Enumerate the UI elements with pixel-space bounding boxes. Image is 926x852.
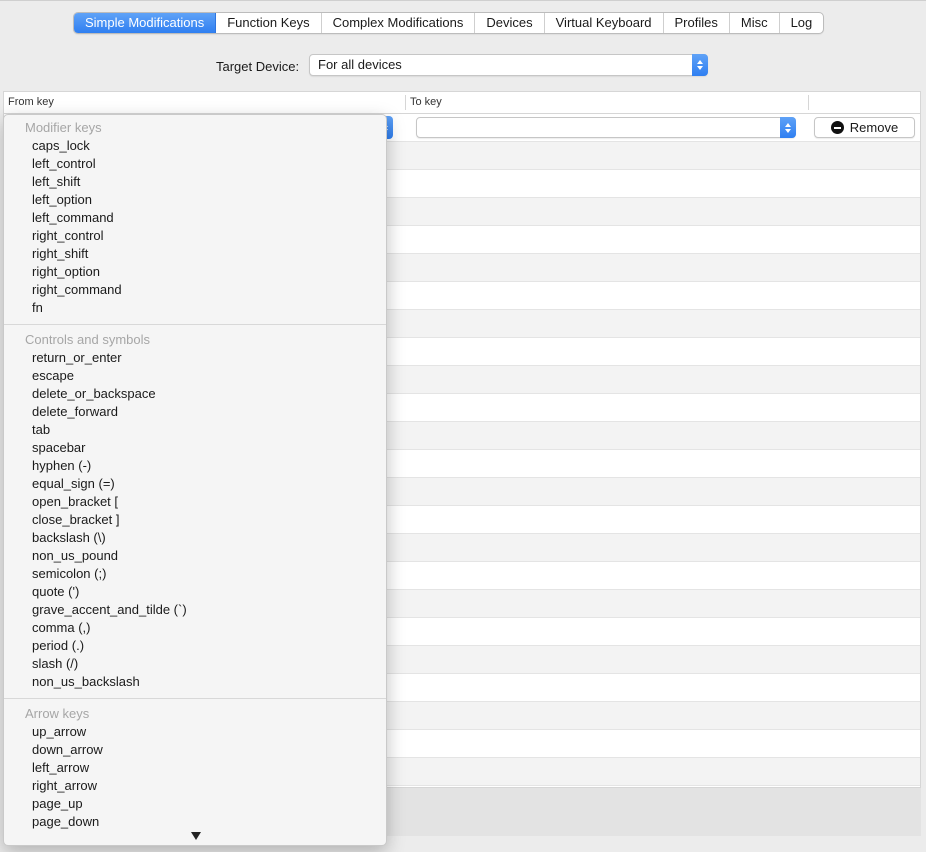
- menu-item[interactable]: period (.): [4, 637, 386, 655]
- to-key-select[interactable]: [416, 117, 796, 138]
- select-stepper-icon: [780, 117, 796, 138]
- menu-item[interactable]: caps_lock: [4, 137, 386, 155]
- menu-item[interactable]: page_up: [4, 795, 386, 813]
- menu-item[interactable]: comma (,): [4, 619, 386, 637]
- menu-item[interactable]: backslash (\): [4, 529, 386, 547]
- menu-item[interactable]: tab: [4, 421, 386, 439]
- menu-group-title: Controls and symbols: [25, 332, 150, 347]
- column-separator: [808, 95, 809, 110]
- menu-item[interactable]: non_us_pound: [4, 547, 386, 565]
- menu-item[interactable]: delete_forward: [4, 403, 386, 421]
- menu-item[interactable]: quote ('): [4, 583, 386, 601]
- menu-item[interactable]: right_control: [4, 227, 386, 245]
- tab-profiles[interactable]: Profiles: [664, 13, 730, 33]
- menu-item[interactable]: close_bracket ]: [4, 511, 386, 529]
- menu-item[interactable]: slash (/): [4, 655, 386, 673]
- menu-item[interactable]: equal_sign (=): [4, 475, 386, 493]
- from-key-dropdown-menu: Modifier keys caps_lock left_control left_s…: [3, 114, 387, 846]
- menu-item[interactable]: right_arrow: [4, 777, 386, 795]
- menu-item[interactable]: spacebar: [4, 439, 386, 457]
- menu-item[interactable]: return_or_enter: [4, 349, 386, 367]
- tab-devices[interactable]: Devices: [475, 13, 545, 33]
- menu-content: Modifier keys caps_lock left_control left_s…: [4, 119, 386, 831]
- menu-item[interactable]: down_arrow: [4, 741, 386, 759]
- menu-item[interactable]: left_shift: [4, 173, 386, 191]
- menu-item[interactable]: open_bracket [: [4, 493, 386, 511]
- menu-separator: [4, 324, 386, 325]
- menu-item[interactable]: non_us_backslash: [4, 673, 386, 691]
- menu-group-title: Modifier keys: [25, 120, 102, 135]
- target-device-value: For all devices: [318, 57, 402, 72]
- menu-group-title: Arrow keys: [25, 706, 90, 721]
- select-stepper-icon: [692, 54, 708, 76]
- tab-complex-modifications[interactable]: Complex Modifications: [322, 13, 476, 33]
- target-device-label: Target Device:: [216, 59, 300, 74]
- menu-item[interactable]: left_command: [4, 209, 386, 227]
- tab-bar: Simple Modifications Function Keys Complex…: [73, 12, 825, 34]
- menu-item[interactable]: semicolon (;): [4, 565, 386, 583]
- menu-item[interactable]: right_option: [4, 263, 386, 281]
- tab-function-keys[interactable]: Function Keys: [216, 13, 322, 33]
- menu-item[interactable]: left_option: [4, 191, 386, 209]
- menu-item[interactable]: hyphen (-): [4, 457, 386, 475]
- target-device-select[interactable]: For all devices: [309, 54, 708, 76]
- remove-button-label: Remove: [849, 120, 899, 135]
- menu-item[interactable]: right_command: [4, 281, 386, 299]
- menu-item[interactable]: grave_accent_and_tilde (`): [4, 601, 386, 619]
- remove-circle-icon: [830, 121, 844, 134]
- menu-item[interactable]: up_arrow: [4, 723, 386, 741]
- column-separator: [405, 95, 406, 110]
- menu-item[interactable]: right_shift: [4, 245, 386, 263]
- menu-item[interactable]: page_down: [4, 813, 386, 831]
- column-header-to-key[interactable]: To key: [410, 96, 442, 108]
- tab-log[interactable]: Log: [780, 13, 824, 33]
- tab-misc[interactable]: Misc: [730, 13, 780, 33]
- scroll-down-arrow-icon[interactable]: [191, 832, 201, 840]
- menu-item[interactable]: left_arrow: [4, 759, 386, 777]
- menu-item[interactable]: left_control: [4, 155, 386, 173]
- menu-separator: [4, 698, 386, 699]
- column-header-from-key[interactable]: From key: [8, 96, 54, 108]
- table-header: From key To key: [4, 92, 920, 114]
- menu-item[interactable]: escape: [4, 367, 386, 385]
- tab-simple-modifications[interactable]: Simple Modifications: [74, 13, 217, 33]
- tab-virtual-keyboard[interactable]: Virtual Keyboard: [545, 13, 664, 33]
- menu-item[interactable]: delete_or_backspace: [4, 385, 386, 403]
- menu-item[interactable]: fn: [4, 299, 386, 317]
- remove-button[interactable]: Remove: [814, 117, 915, 138]
